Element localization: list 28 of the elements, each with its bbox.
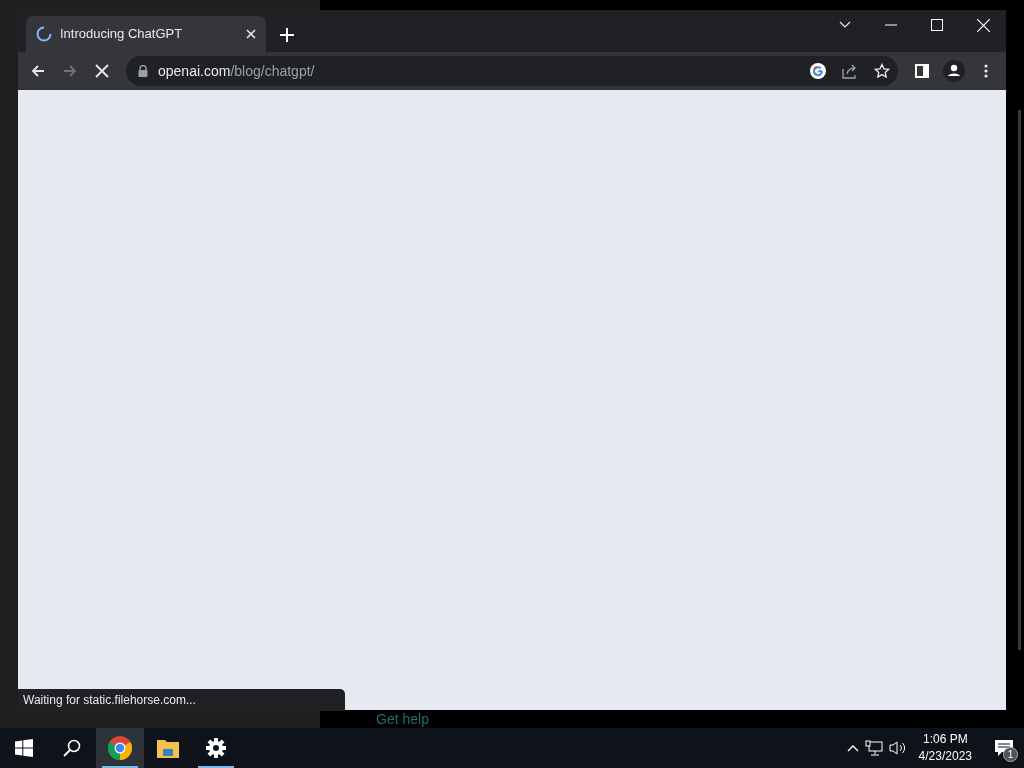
notifications-button[interactable]: 1 — [984, 728, 1024, 768]
close-icon[interactable] — [246, 29, 256, 39]
profile-icon[interactable] — [940, 57, 968, 85]
arrow-right-icon — [62, 63, 78, 79]
url-text: openai.com/blog/chatgpt/ — [158, 61, 315, 81]
speaker-icon[interactable] — [888, 740, 907, 756]
star-icon[interactable] — [874, 63, 890, 79]
arrow-left-icon — [30, 63, 46, 79]
close-icon — [976, 18, 990, 32]
clock-date: 4/23/2023 — [918, 748, 972, 765]
google-icon — [810, 63, 826, 79]
browser-app-icon[interactable] — [96, 728, 144, 768]
share-icon[interactable] — [842, 63, 858, 79]
minimize-icon — [885, 24, 897, 26]
help-link[interactable]: Get help — [376, 711, 429, 727]
maximize-icon — [931, 19, 943, 31]
status-bubble: Waiting for static.filehorse.com... — [18, 689, 345, 711]
tab[interactable]: Introducing ChatGPT — [26, 16, 266, 52]
notification-count: 1 — [1003, 747, 1018, 762]
clock[interactable]: 1:06 PM 4/23/2023 — [912, 731, 978, 765]
clock-time: 1:06 PM — [921, 731, 969, 748]
stop-icon — [95, 64, 109, 78]
search-icon — [63, 739, 81, 757]
address-bar[interactable]: openai.com/blog/chatgpt/ — [126, 56, 898, 86]
network-icon[interactable] — [864, 740, 883, 756]
lock-icon — [138, 65, 148, 77]
windows-icon — [15, 739, 33, 757]
chevron-up-icon[interactable] — [846, 744, 859, 752]
